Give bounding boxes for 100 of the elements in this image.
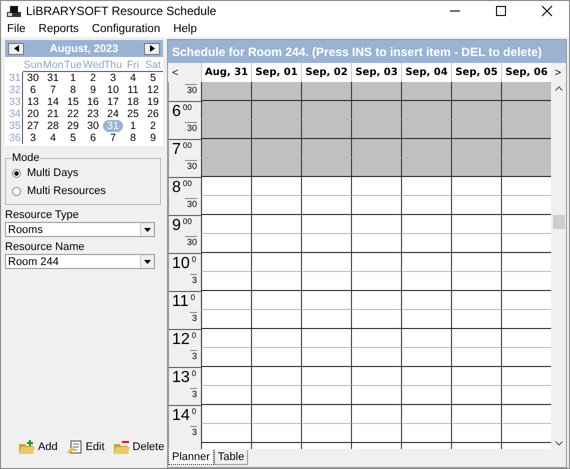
menu-item[interactable]: File bbox=[7, 22, 26, 34]
calendar-day[interactable]: 31 bbox=[43, 72, 63, 84]
schedule-slot[interactable] bbox=[201, 424, 251, 443]
calendar-day[interactable]: 9 bbox=[83, 84, 103, 96]
calendar-day[interactable]: 5 bbox=[143, 72, 163, 84]
schedule-slot[interactable] bbox=[451, 348, 501, 367]
schedule-slot[interactable] bbox=[251, 158, 301, 177]
previous-month-button[interactable] bbox=[8, 42, 24, 54]
menu-item[interactable]: Reports bbox=[38, 22, 79, 34]
radio-button[interactable] bbox=[12, 186, 21, 196]
calendar-day[interactable]: 21 bbox=[43, 108, 63, 120]
radio-button[interactable] bbox=[12, 168, 21, 178]
schedule-slot[interactable] bbox=[251, 120, 301, 139]
schedule-slot[interactable] bbox=[251, 386, 301, 405]
schedule-slot[interactable] bbox=[451, 196, 501, 215]
schedule-slot[interactable] bbox=[251, 196, 301, 215]
schedule-slot[interactable] bbox=[301, 234, 351, 253]
schedule-slot[interactable] bbox=[201, 272, 251, 291]
calendar-day[interactable]: 6 bbox=[23, 84, 43, 96]
calendar-day[interactable]: 16 bbox=[83, 96, 103, 108]
schedule-slot[interactable] bbox=[251, 310, 301, 329]
schedule-slot[interactable] bbox=[351, 310, 401, 329]
radio-label[interactable]: Multi Resources bbox=[27, 185, 106, 197]
schedule-slot[interactable] bbox=[401, 158, 451, 177]
calendar-day[interactable]: 23 bbox=[83, 108, 103, 120]
schedule-slot[interactable] bbox=[301, 82, 351, 101]
calendar-day[interactable]: 22 bbox=[63, 108, 83, 120]
calendar-day[interactable]: 2 bbox=[83, 72, 103, 84]
schedule-slot[interactable] bbox=[351, 158, 401, 177]
calendar-day[interactable]: 18 bbox=[123, 96, 143, 108]
calendar-day[interactable]: 14 bbox=[43, 96, 63, 108]
calendar-day[interactable]: 5 bbox=[63, 132, 83, 144]
schedule-slot[interactable] bbox=[351, 82, 401, 101]
schedule-slot[interactable] bbox=[301, 424, 351, 443]
resource-type-dropdown[interactable]: Rooms bbox=[5, 222, 155, 237]
schedule-slot[interactable] bbox=[201, 196, 251, 215]
calendar-day[interactable]: 4 bbox=[123, 72, 143, 84]
schedule-slot[interactable] bbox=[501, 120, 551, 139]
view-tab[interactable]: Planner bbox=[168, 450, 214, 465]
schedule-slot[interactable] bbox=[401, 386, 451, 405]
schedule-slot[interactable] bbox=[501, 310, 551, 329]
calendar-day[interactable]: 25 bbox=[123, 108, 143, 120]
next-month-button[interactable] bbox=[144, 42, 160, 54]
delete-button[interactable]: Delete bbox=[114, 440, 164, 454]
schedule-slot[interactable] bbox=[201, 386, 251, 405]
calendar-day[interactable]: 4 bbox=[43, 132, 63, 144]
schedule-slot[interactable] bbox=[501, 272, 551, 291]
schedule-slot[interactable] bbox=[251, 272, 301, 291]
schedule-slot[interactable] bbox=[451, 234, 501, 253]
menu-item[interactable]: Help bbox=[173, 22, 197, 34]
schedule-slot[interactable] bbox=[451, 82, 501, 101]
menu-item[interactable]: Configuration bbox=[92, 22, 160, 34]
calendar-day[interactable]: 7 bbox=[43, 84, 63, 96]
calendar-day[interactable]: 8 bbox=[63, 84, 83, 96]
calendar-day[interactable]: 19 bbox=[143, 96, 163, 108]
schedule-slot[interactable] bbox=[301, 196, 351, 215]
schedule-slot[interactable] bbox=[351, 196, 401, 215]
schedule-slot[interactable] bbox=[351, 386, 401, 405]
schedule-slot[interactable] bbox=[451, 272, 501, 291]
schedule-slot[interactable] bbox=[201, 310, 251, 329]
calendar-day[interactable]: 6 bbox=[83, 132, 103, 144]
schedule-slot[interactable] bbox=[401, 234, 451, 253]
calendar-day[interactable]: 17 bbox=[103, 96, 123, 108]
schedule-slot[interactable] bbox=[401, 120, 451, 139]
schedule-slot[interactable] bbox=[201, 234, 251, 253]
calendar-day[interactable]: 7 bbox=[103, 132, 123, 144]
schedule-slot[interactable] bbox=[501, 158, 551, 177]
calendar-day[interactable]: 30 bbox=[23, 72, 43, 84]
schedule-slot[interactable] bbox=[201, 120, 251, 139]
add-button[interactable]: Add bbox=[19, 440, 58, 454]
schedule-slot[interactable] bbox=[251, 82, 301, 101]
schedule-slot[interactable] bbox=[251, 234, 301, 253]
schedule-slot[interactable] bbox=[301, 310, 351, 329]
schedule-slot[interactable] bbox=[501, 348, 551, 367]
edit-button[interactable]: Edit bbox=[66, 440, 105, 454]
calendar-day[interactable]: 8 bbox=[123, 132, 143, 144]
schedule-slot[interactable] bbox=[251, 348, 301, 367]
calendar-day[interactable]: 28 bbox=[43, 120, 63, 132]
schedule-slot[interactable] bbox=[501, 196, 551, 215]
schedule-slot[interactable] bbox=[401, 424, 451, 443]
calendar-day[interactable]: 3 bbox=[103, 72, 123, 84]
schedule-slot[interactable] bbox=[251, 424, 301, 443]
schedule-slot[interactable] bbox=[451, 424, 501, 443]
schedule-slot[interactable] bbox=[301, 386, 351, 405]
calendar-day[interactable]: 2 bbox=[143, 120, 163, 132]
schedule-slot[interactable] bbox=[351, 272, 401, 291]
calendar-day[interactable]: 3 bbox=[23, 132, 43, 144]
calendar-day[interactable]: 9 bbox=[143, 132, 163, 144]
schedule-slot[interactable] bbox=[401, 196, 451, 215]
resource-name-dropdown[interactable]: Room 244 bbox=[5, 254, 155, 269]
schedule-slot[interactable] bbox=[351, 424, 401, 443]
schedule-slot[interactable] bbox=[501, 82, 551, 101]
view-tab[interactable]: Table bbox=[214, 450, 248, 465]
schedule-slot[interactable] bbox=[501, 234, 551, 253]
calendar-day[interactable]: 12 bbox=[143, 84, 163, 96]
schedule-slot[interactable] bbox=[301, 272, 351, 291]
schedule-slot[interactable] bbox=[401, 310, 451, 329]
schedule-slot[interactable] bbox=[401, 348, 451, 367]
calendar-day[interactable]: 1 bbox=[63, 72, 83, 84]
calendar-day[interactable]: 30 bbox=[83, 120, 103, 132]
